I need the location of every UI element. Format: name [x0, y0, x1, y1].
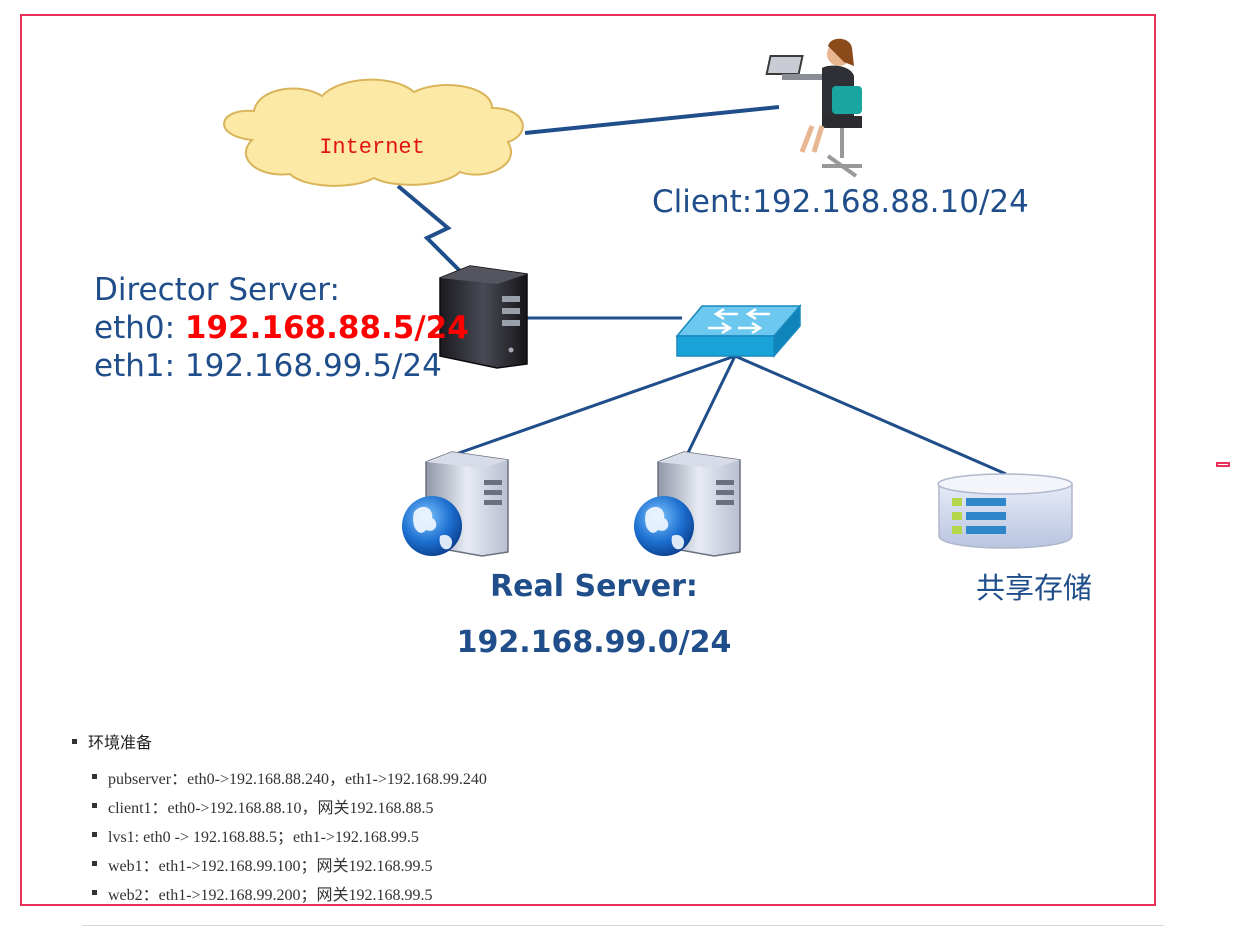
bottom-divider — [82, 925, 1164, 926]
real-server-title: Real Server: — [490, 569, 698, 604]
client-user-icon — [765, 38, 862, 178]
bullet-square-icon — [92, 861, 97, 866]
bullet-square-icon — [92, 774, 97, 779]
list-item: client1：eth0->192.168.88.10，网关192.168.88… — [92, 791, 1132, 820]
link-internet-director — [396, 184, 464, 275]
link-switch-storage — [734, 354, 1007, 476]
director-eth0-line: eth0: 192.168.88.5/24 — [94, 310, 469, 346]
director-eth1: eth1: 192.168.99.5/24 — [94, 348, 442, 384]
network-switch-icon — [675, 303, 802, 359]
env-heading: 环境准备 — [88, 733, 153, 752]
shared-storage-icon — [937, 473, 1073, 549]
director-eth0-ip: 192.168.88.5/24 — [185, 310, 469, 346]
client-label: Client:192.168.88.10/24 — [652, 184, 1029, 220]
storage-label: 共享存储 — [976, 571, 1092, 605]
env-list: pubserver：eth0->192.168.88.240，eth1->192… — [92, 762, 1132, 904]
real-server-subnet: 192.168.99.0/24 — [457, 625, 732, 660]
env-item-web2: web2：eth1->192.168.99.200；网关192.168.99.5 — [108, 886, 433, 904]
network-diagram: Internet Client:192.168.88.10/24 Directo… — [94, 38, 1092, 660]
bullet-square-icon — [92, 803, 97, 808]
list-item: lvs1: eth0 -> 192.168.88.5；eth1->192.168… — [92, 820, 1132, 849]
list-item: pubserver：eth0->192.168.88.240，eth1->192… — [92, 762, 1132, 791]
environment-section: 环境准备 pubserver：eth0->192.168.88.240，eth1… — [72, 728, 1132, 904]
env-item-web1: web1：eth1->192.168.99.100；网关192.168.99.5 — [108, 857, 433, 875]
bullet-square-icon — [92, 832, 97, 837]
list-item: web2：eth1->192.168.99.200；网关192.168.99.5 — [92, 878, 1132, 904]
web-server-1-icon — [402, 451, 509, 557]
env-item-pubserver: pubserver：eth0->192.168.88.240，eth1->192… — [108, 770, 487, 788]
edge-marker — [1216, 462, 1230, 467]
internet-cloud-icon — [223, 78, 524, 187]
director-eth0-prefix: eth0: — [94, 310, 185, 346]
diagram-frame: Internet Client:192.168.88.10/24 Directo… — [20, 14, 1156, 906]
env-heading-row: 环境准备 — [72, 728, 1132, 754]
web-server-2-icon — [634, 451, 741, 557]
internet-label: Internet — [319, 135, 425, 160]
link-internet-client — [524, 105, 780, 135]
director-title: Director Server: — [94, 272, 340, 308]
bullet-square-icon — [92, 890, 97, 895]
bullet-square-icon — [72, 738, 77, 744]
list-item: web1：eth1->192.168.99.100；网关192.168.99.5 — [92, 849, 1132, 878]
env-item-client1: client1：eth0->192.168.88.10，网关192.168.88… — [108, 799, 434, 817]
env-item-lvs1: lvs1: eth0 -> 192.168.88.5；eth1->192.168… — [108, 828, 419, 846]
